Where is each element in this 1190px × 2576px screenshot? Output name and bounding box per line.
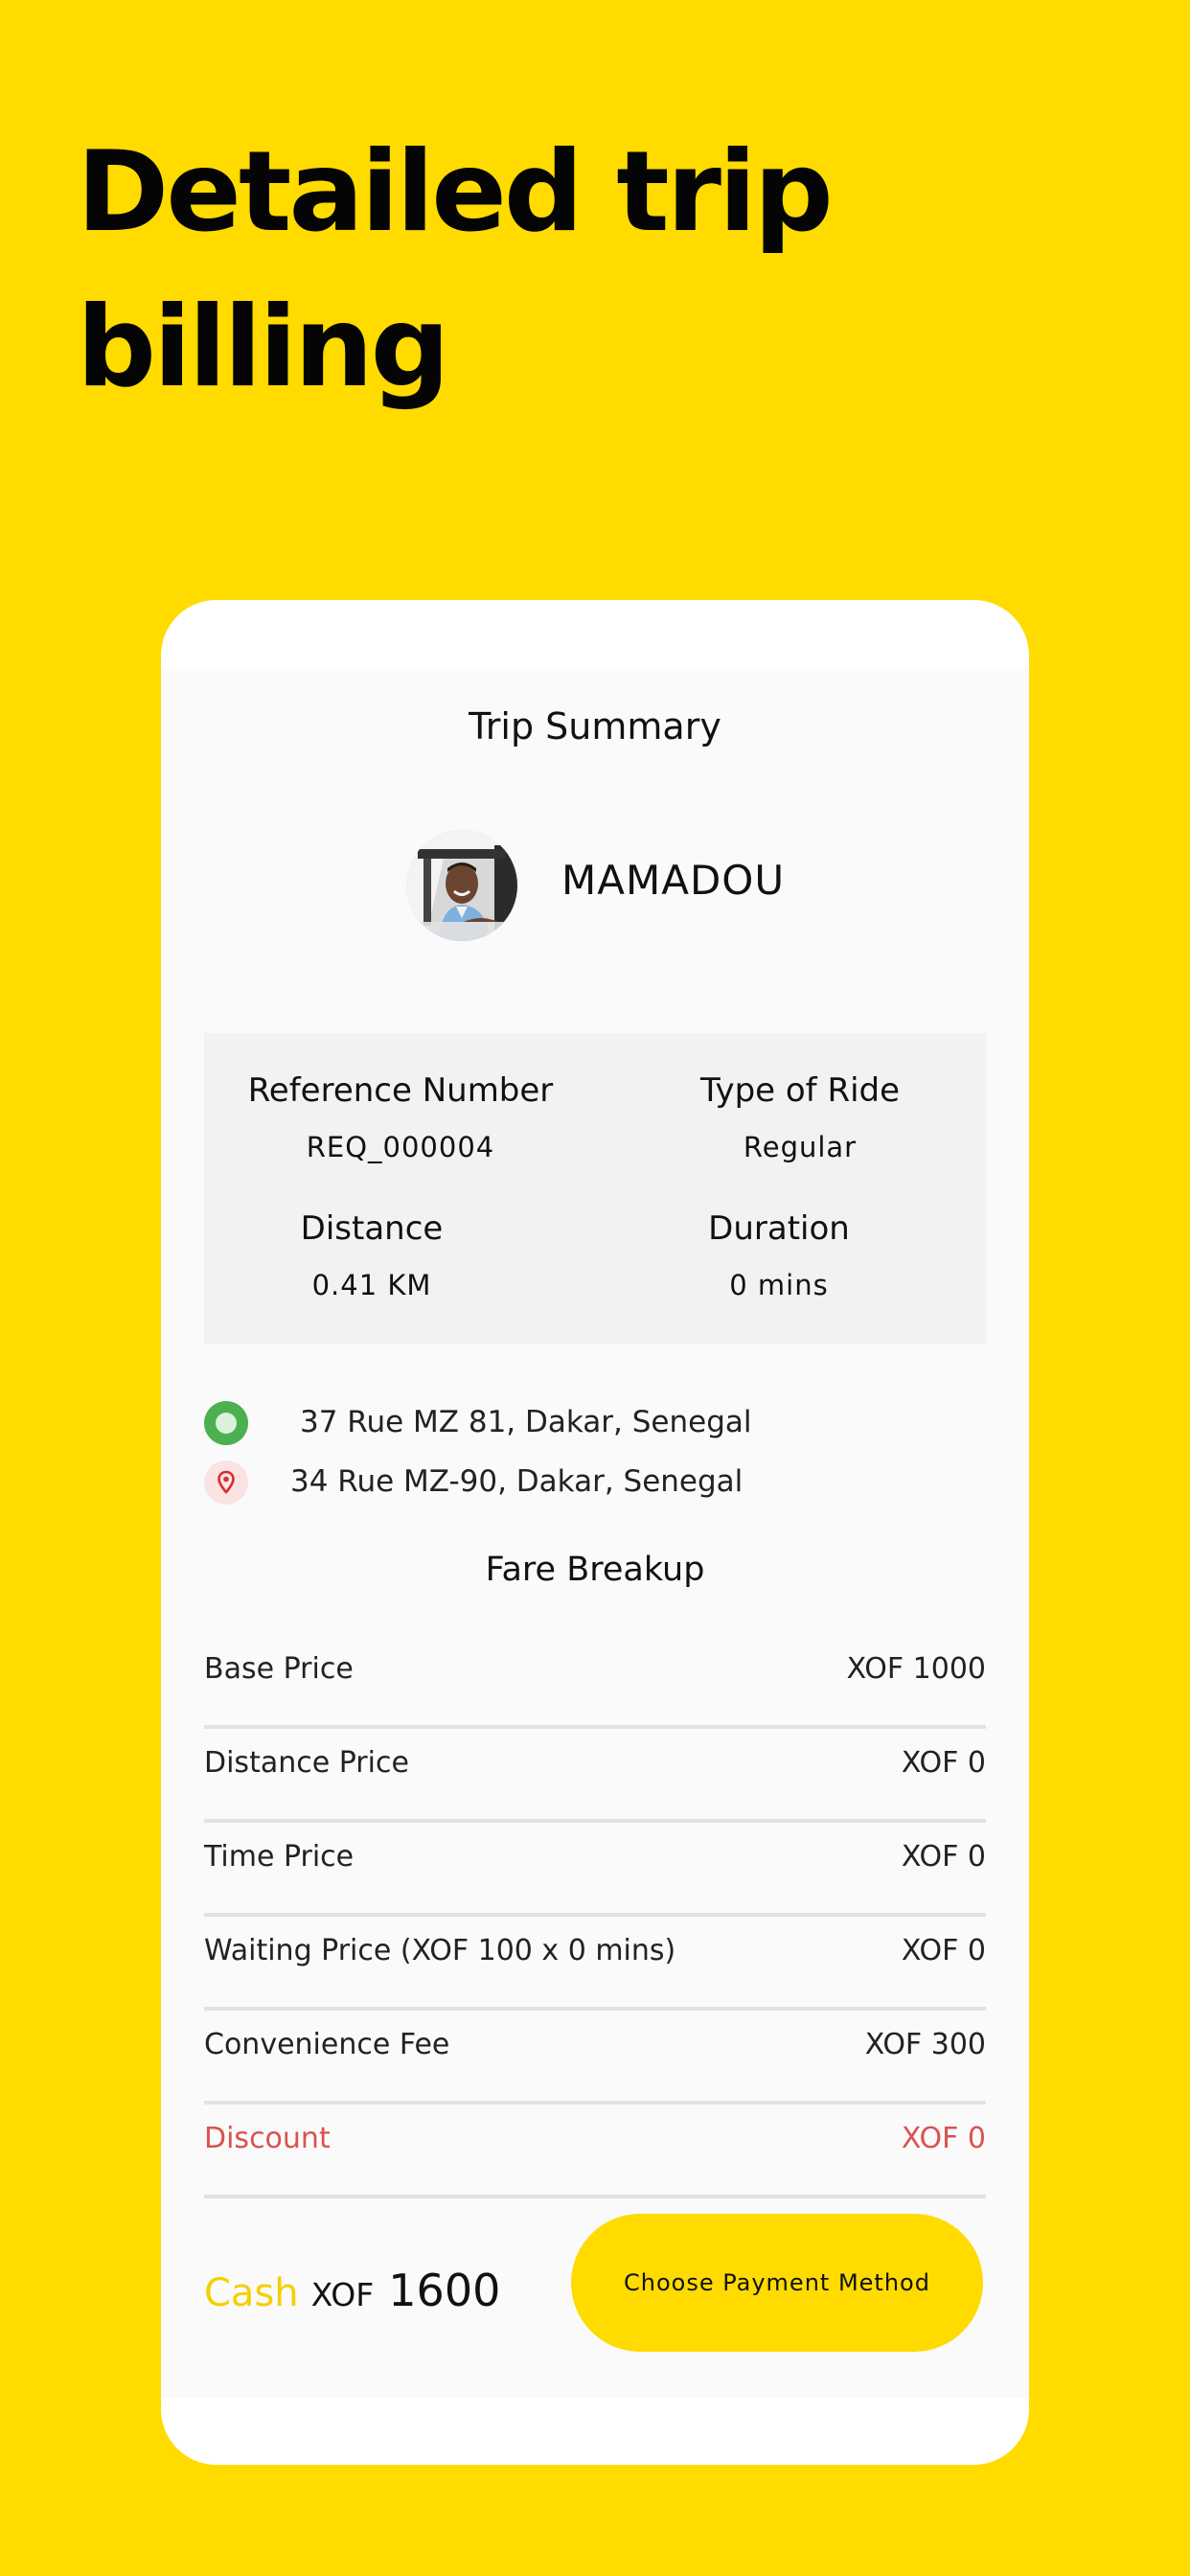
ride-type-value: Regular: [743, 1131, 858, 1163]
reference-number-value: REQ_000004: [306, 1131, 495, 1163]
ride-type-cell: Type of Ride Regular: [683, 1071, 917, 1163]
fare-label: Waiting Price (XOF 100 x 0 mins): [204, 1934, 676, 1967]
promo-headline: Detailed trip billing: [77, 127, 834, 412]
fare-amount: XOF 0: [901, 1840, 986, 1874]
duration-cell: Duration 0 mins: [683, 1209, 875, 1301]
drop-address: 34 Rue MZ-90, Dakar, Senegal: [290, 1464, 744, 1499]
fare-row-convenience-fee: Convenience Fee XOF 300: [204, 2007, 986, 2104]
fare-label: Base Price: [204, 1652, 354, 1686]
distance-cell: Distance 0.41 KM: [286, 1209, 458, 1301]
pickup-location-row: 37 Rue MZ 81, Dakar, Senegal: [204, 1401, 986, 1445]
pickup-address: 37 Rue MZ 81, Dakar, Senegal: [300, 1405, 752, 1439]
fare-amount: XOF 300: [864, 2028, 986, 2061]
map-pin-icon: [204, 1460, 248, 1505]
fare-label: Convenience Fee: [204, 2028, 450, 2061]
fare-amount: XOF 0: [901, 1746, 986, 1780]
drop-location-row: 34 Rue MZ-90, Dakar, Senegal: [204, 1460, 986, 1505]
duration-label: Duration: [708, 1209, 850, 1248]
fare-row-time-price: Time Price XOF 0: [204, 1819, 986, 1917]
fare-row-discount: Discount XOF 0: [204, 2101, 986, 2198]
driver-name: MAMADOU: [561, 857, 786, 904]
total-fare: Cash XOF 1600: [204, 2265, 500, 2316]
fare-label: Time Price: [204, 1840, 355, 1874]
fare-breakup-title: Fare Breakup: [485, 1551, 705, 1589]
phone-card: Trip Summary MAMADOU Reference Number RE…: [161, 600, 1029, 2465]
fare-label: Discount: [204, 2122, 331, 2155]
fare-amount: XOF 0: [901, 2122, 986, 2155]
distance-value: 0.41 KM: [311, 1269, 432, 1301]
payment-type-label: Cash: [204, 2271, 299, 2315]
reference-number-cell: Reference Number REQ_000004: [242, 1071, 559, 1163]
fare-row-base-price: Base Price XOF 1000: [204, 1631, 986, 1729]
distance-label: Distance: [300, 1209, 444, 1248]
driver-avatar: [406, 830, 517, 941]
fare-label: Distance Price: [204, 1746, 409, 1780]
total-amount: 1600: [388, 2265, 501, 2316]
fare-row-waiting-price: Waiting Price (XOF 100 x 0 mins) XOF 0: [204, 1913, 986, 2011]
choose-payment-method-button[interactable]: Choose Payment Method: [571, 2214, 983, 2352]
fare-amount: XOF 1000: [846, 1652, 986, 1686]
fare-amount: XOF 0: [901, 1934, 986, 1967]
fare-row-distance-price: Distance Price XOF 0: [204, 1725, 986, 1823]
screen-title: Trip Summary: [469, 705, 721, 748]
ride-type-label: Type of Ride: [699, 1071, 901, 1110]
ride-info-panel: Reference Number REQ_000004 Type of Ride…: [204, 1033, 986, 1344]
trip-summary-screen: Trip Summary MAMADOU Reference Number RE…: [161, 669, 1029, 2398]
reference-number-label: Reference Number: [247, 1071, 554, 1110]
pickup-dot-icon: [204, 1401, 248, 1445]
total-currency: XOF: [310, 2276, 375, 2313]
duration-value: 0 mins: [729, 1269, 829, 1301]
